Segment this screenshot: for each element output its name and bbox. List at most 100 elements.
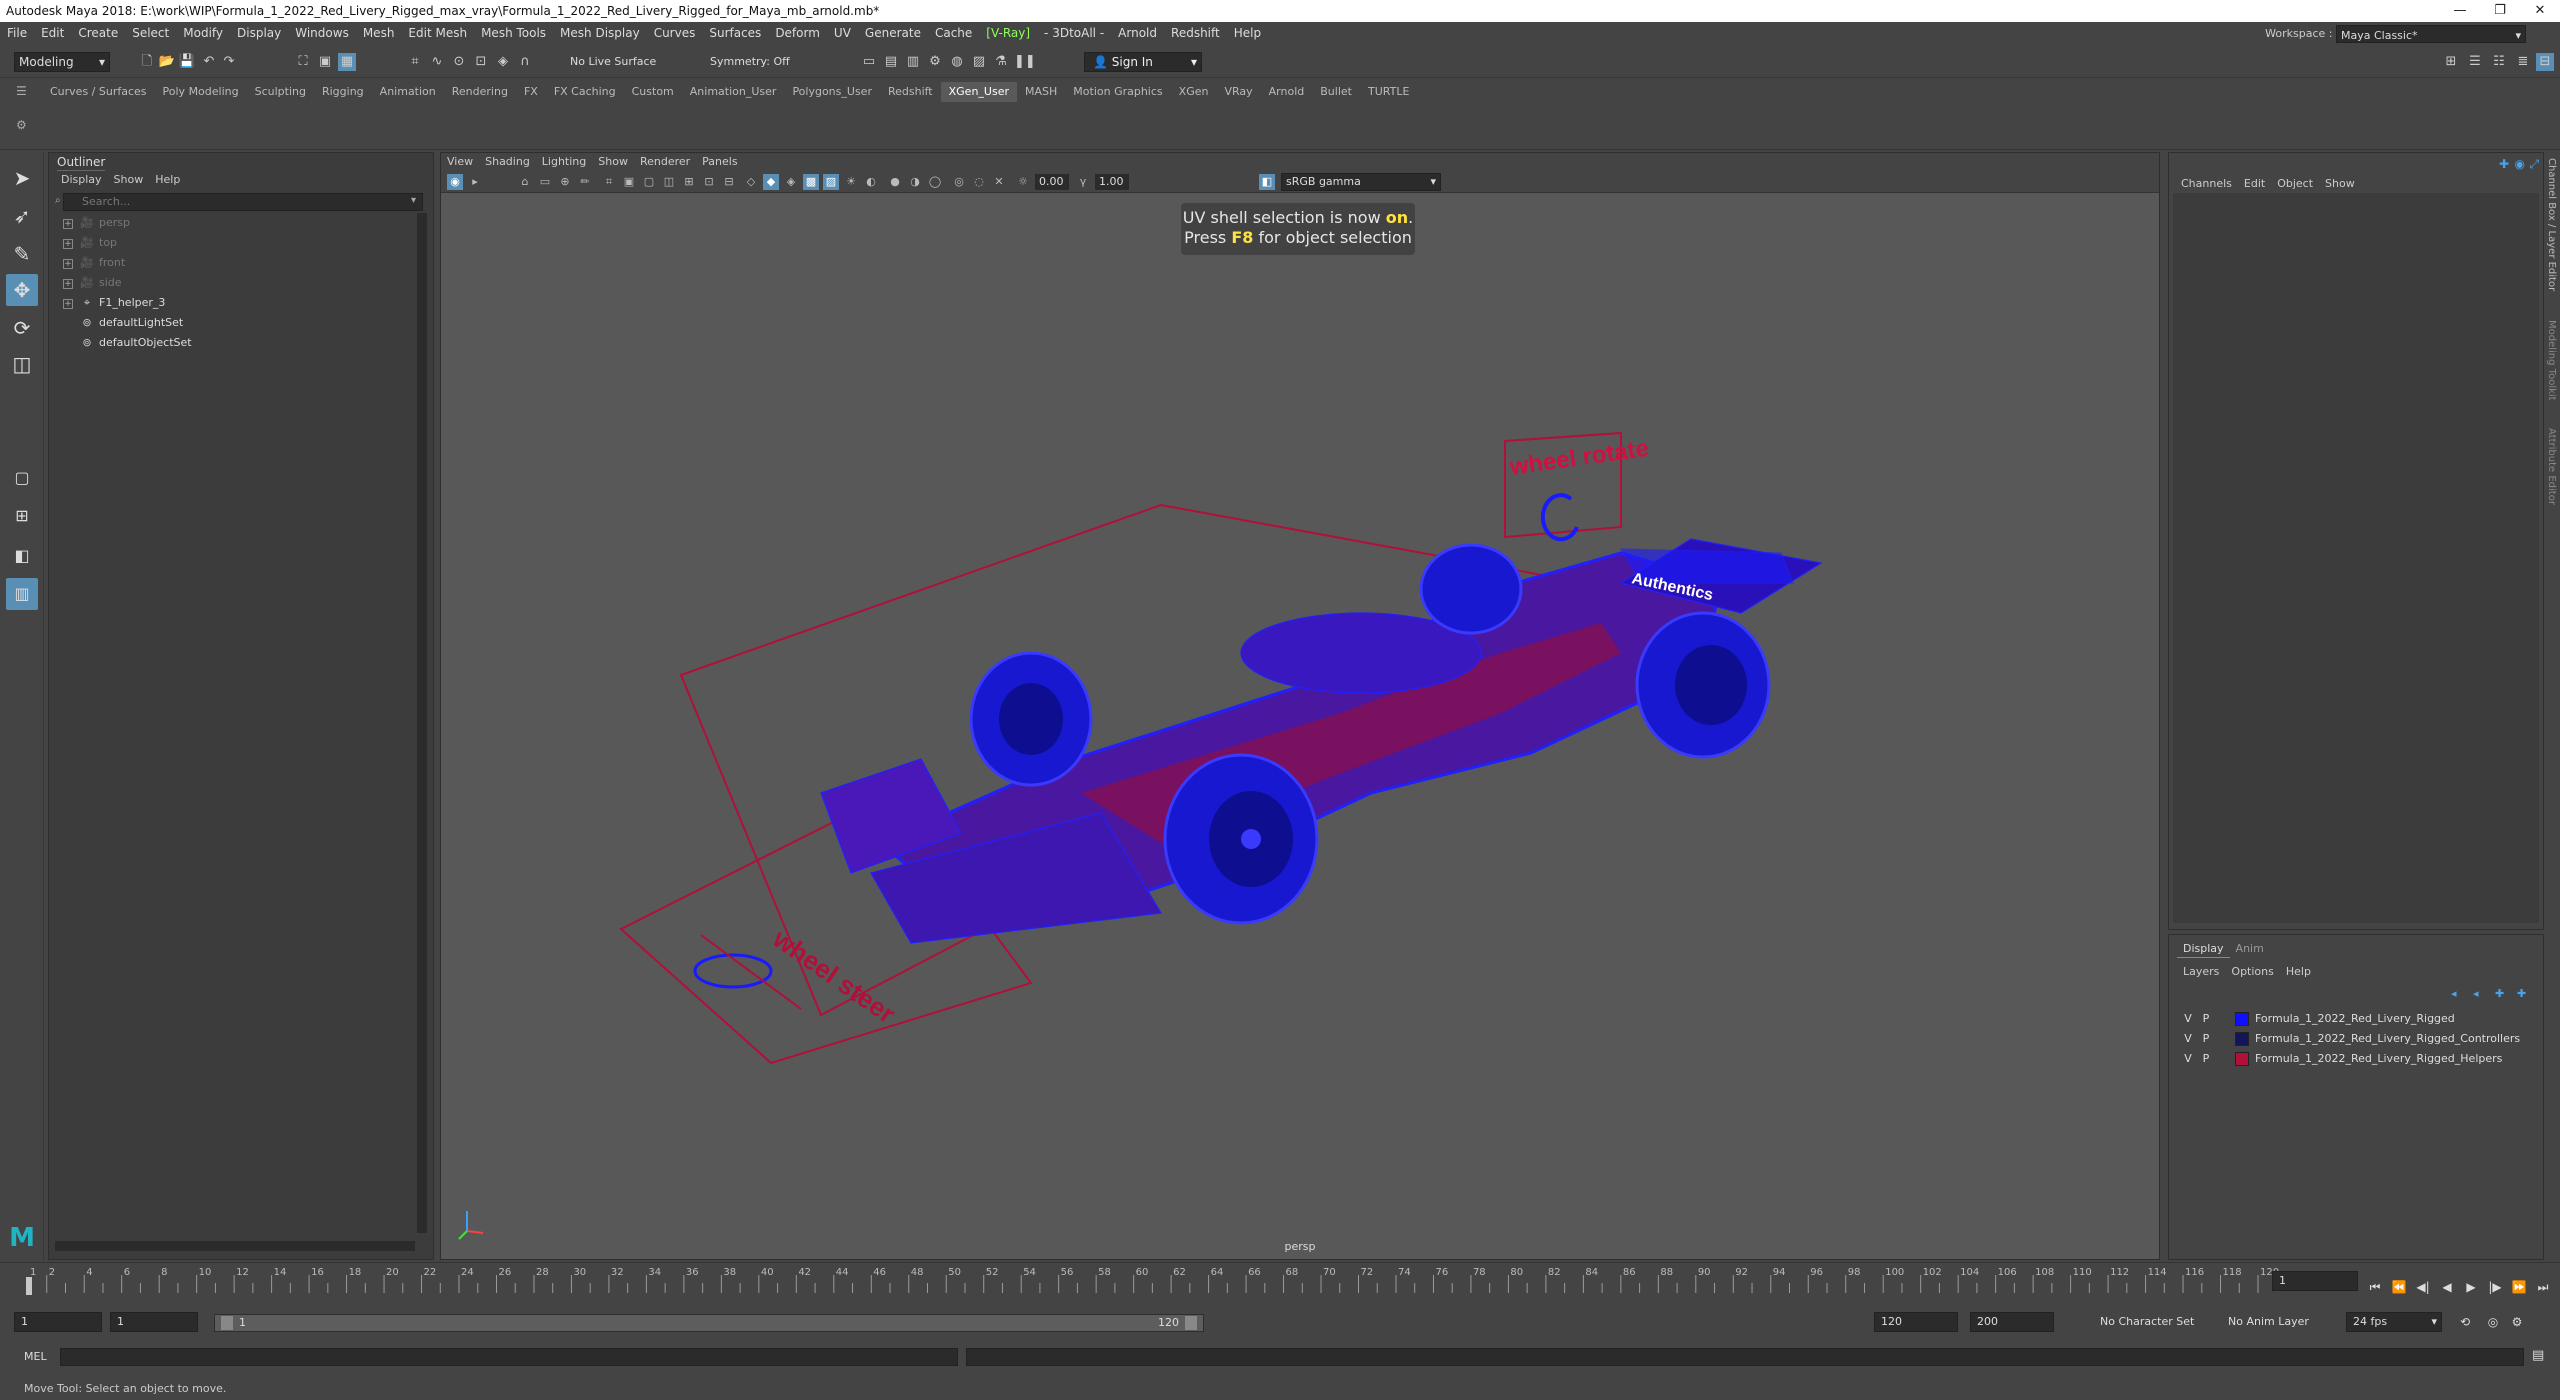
shelf-tab[interactable]: Animation: [372, 82, 444, 102]
select-tool-icon[interactable]: ➤: [6, 162, 38, 194]
undo-icon[interactable]: ↶: [200, 53, 218, 71]
menu-mesh-tools[interactable]: Mesh Tools: [474, 22, 553, 44]
move-layer-up-icon[interactable]: ◂: [2451, 987, 2457, 1000]
menu-edit-mesh[interactable]: Edit Mesh: [401, 22, 474, 44]
animation-preferences-icon[interactable]: ⚙: [2508, 1313, 2526, 1331]
menu-mesh[interactable]: Mesh: [356, 22, 402, 44]
step-back-frame-icon[interactable]: ◀|: [2414, 1278, 2432, 1296]
menu-uv[interactable]: UV: [827, 22, 858, 44]
show-layer-editor-icon[interactable]: ⊟: [2536, 53, 2554, 71]
auto-key-icon[interactable]: ◎: [2484, 1313, 2502, 1331]
shelf-tab[interactable]: Rigging: [314, 82, 372, 102]
render-settings-icon[interactable]: ⚙: [926, 53, 944, 71]
layer-color-swatch[interactable]: [2235, 1052, 2249, 1066]
render-view-icon[interactable]: ▨: [970, 53, 988, 71]
shelf-menu-icon[interactable]: ☰: [16, 84, 27, 98]
select-component-icon[interactable]: ▦: [338, 53, 356, 71]
render-sequence-icon[interactable]: ▤: [882, 53, 900, 71]
scene-start-field[interactable]: 1: [14, 1312, 102, 1332]
current-frame-field[interactable]: 1: [2272, 1271, 2358, 1291]
script-editor-icon[interactable]: ▤: [2532, 1348, 2544, 1363]
layer-visibility-toggle[interactable]: V: [2179, 1009, 2197, 1029]
snap-grid-icon[interactable]: ⌗: [406, 53, 424, 71]
outliner-row-default-light-set[interactable]: ⊚ defaultLightSet: [79, 313, 183, 333]
anim-layer-dropdown[interactable]: No Anim Layer: [2228, 1313, 2309, 1331]
snap-curve-icon[interactable]: ∿: [428, 53, 446, 71]
float-icon[interactable]: ⤢: [2529, 157, 2539, 172]
shelf-tab[interactable]: TURTLE: [1360, 82, 1417, 102]
scale-tool-icon[interactable]: ◫: [6, 348, 38, 380]
pin-icon[interactable]: ✚: [2499, 157, 2509, 171]
menu-edit[interactable]: Edit: [34, 22, 71, 44]
expand-icon[interactable]: +: [63, 239, 73, 249]
outliner-menu-display[interactable]: Display: [55, 171, 108, 189]
new-empty-layer-icon[interactable]: ✚: [2495, 987, 2504, 1000]
expand-icon[interactable]: +: [63, 259, 73, 269]
menu-arnold[interactable]: Arnold: [1111, 22, 1164, 44]
lasso-tool-icon[interactable]: ➶: [6, 200, 38, 232]
play-backwards-icon[interactable]: ◀: [2438, 1278, 2456, 1296]
redo-icon[interactable]: ↷: [220, 53, 238, 71]
paint-select-tool-icon[interactable]: ✎: [6, 238, 38, 270]
menu-display[interactable]: Display: [230, 22, 288, 44]
menu-file[interactable]: File: [0, 22, 34, 44]
show-tool-settings-icon[interactable]: ☷: [2490, 53, 2508, 71]
select-object-icon[interactable]: ▣: [316, 53, 334, 71]
shelf-tab[interactable]: Rendering: [444, 82, 516, 102]
show-attribute-editor-icon[interactable]: ☰: [2466, 53, 2484, 71]
two-view-icon[interactable]: ◧: [6, 540, 38, 572]
snap-point-icon[interactable]: ⊙: [450, 53, 468, 71]
layer-row[interactable]: V P Formula_1_2022_Red_Livery_Rigged_Contr…: [2179, 1029, 2539, 1049]
select-hierarchy-icon[interactable]: ⛶: [294, 53, 312, 71]
shelf-tab-active[interactable]: XGen_User: [940, 82, 1017, 102]
shelf-tab[interactable]: VRay: [1216, 82, 1260, 102]
menu-vray[interactable]: [V-Ray]: [979, 22, 1037, 44]
layer-playback-toggle[interactable]: P: [2197, 1029, 2215, 1049]
shelf-tab[interactable]: Sculpting: [247, 82, 314, 102]
command-input[interactable]: [60, 1348, 958, 1366]
outliner-search-input[interactable]: Search...: [63, 193, 423, 211]
side-tab-modeling-toolkit[interactable]: Modeling Toolkit: [2546, 320, 2557, 401]
layer-row[interactable]: V P Formula_1_2022_Red_Livery_Rigged_Helpe…: [2179, 1049, 2539, 1069]
step-forward-key-icon[interactable]: ⏩: [2510, 1278, 2528, 1296]
snap-surface-icon[interactable]: ◈: [494, 53, 512, 71]
new-scene-icon[interactable]: 🗋: [138, 53, 156, 71]
layer-playback-toggle[interactable]: P: [2197, 1009, 2215, 1029]
pause-icon[interactable]: ❚❚: [1014, 53, 1036, 71]
expand-icon[interactable]: +: [63, 279, 73, 289]
single-view-icon[interactable]: ▢: [6, 462, 38, 494]
close-icon[interactable]: ✕: [2520, 0, 2560, 22]
layer-visibility-toggle[interactable]: V: [2179, 1049, 2197, 1069]
menuset-dropdown[interactable]: Modeling ▾: [14, 52, 110, 72]
move-tool-icon[interactable]: ✥: [6, 274, 38, 306]
current-time-marker[interactable]: [26, 1277, 32, 1295]
range-end-handle[interactable]: [1185, 1316, 1197, 1330]
chevron-down-icon[interactable]: ▾: [411, 195, 416, 206]
shelf-tab[interactable]: Arnold: [1261, 82, 1313, 102]
outliner-vertical-scrollbar[interactable]: [417, 213, 427, 1233]
menu-windows[interactable]: Windows: [288, 22, 356, 44]
restore-icon[interactable]: ❐: [2480, 0, 2520, 22]
menu-redshift[interactable]: Redshift: [1164, 22, 1227, 44]
outliner-row-f1-helper[interactable]: + ⌖ F1_helper_3: [63, 293, 165, 313]
shelf-tab[interactable]: FX Caching: [546, 82, 624, 102]
viewport-panel[interactable]: View Shading Lighting Show Renderer Panels ◉ …: [440, 152, 2160, 1260]
scene-end-field[interactable]: 200: [1970, 1312, 2054, 1332]
shelf-tab[interactable]: Bullet: [1312, 82, 1360, 102]
four-view-icon[interactable]: ⊞: [6, 500, 38, 532]
shelf-tab[interactable]: Motion Graphics: [1065, 82, 1170, 102]
shelf-tab[interactable]: Redshift: [880, 82, 941, 102]
options-menu[interactable]: Options: [2225, 965, 2279, 978]
command-language-label[interactable]: MEL: [24, 1350, 47, 1363]
time-slider[interactable]: 1 2 4 6 8 10 12 14 16 18 20 22 24 26 28 30 32 34 36 38 40 42 4…: [0, 1262, 2560, 1296]
live-surface-label[interactable]: No Live Surface: [570, 53, 656, 71]
outliner-menu-show[interactable]: Show: [108, 171, 150, 189]
side-tab-channel-box[interactable]: Channel Box / Layer Editor: [2546, 158, 2557, 291]
magnet-icon[interactable]: ∩: [516, 53, 534, 71]
side-tab-attribute-editor[interactable]: Attribute Editor: [2546, 428, 2557, 505]
shelf-tab[interactable]: XGen: [1171, 82, 1217, 102]
shelf-tab[interactable]: Custom: [624, 82, 682, 102]
loop-icon[interactable]: ⟲: [2456, 1313, 2474, 1331]
edit-menu[interactable]: Edit: [2238, 175, 2271, 193]
ipr-render-icon[interactable]: ▥: [904, 53, 922, 71]
